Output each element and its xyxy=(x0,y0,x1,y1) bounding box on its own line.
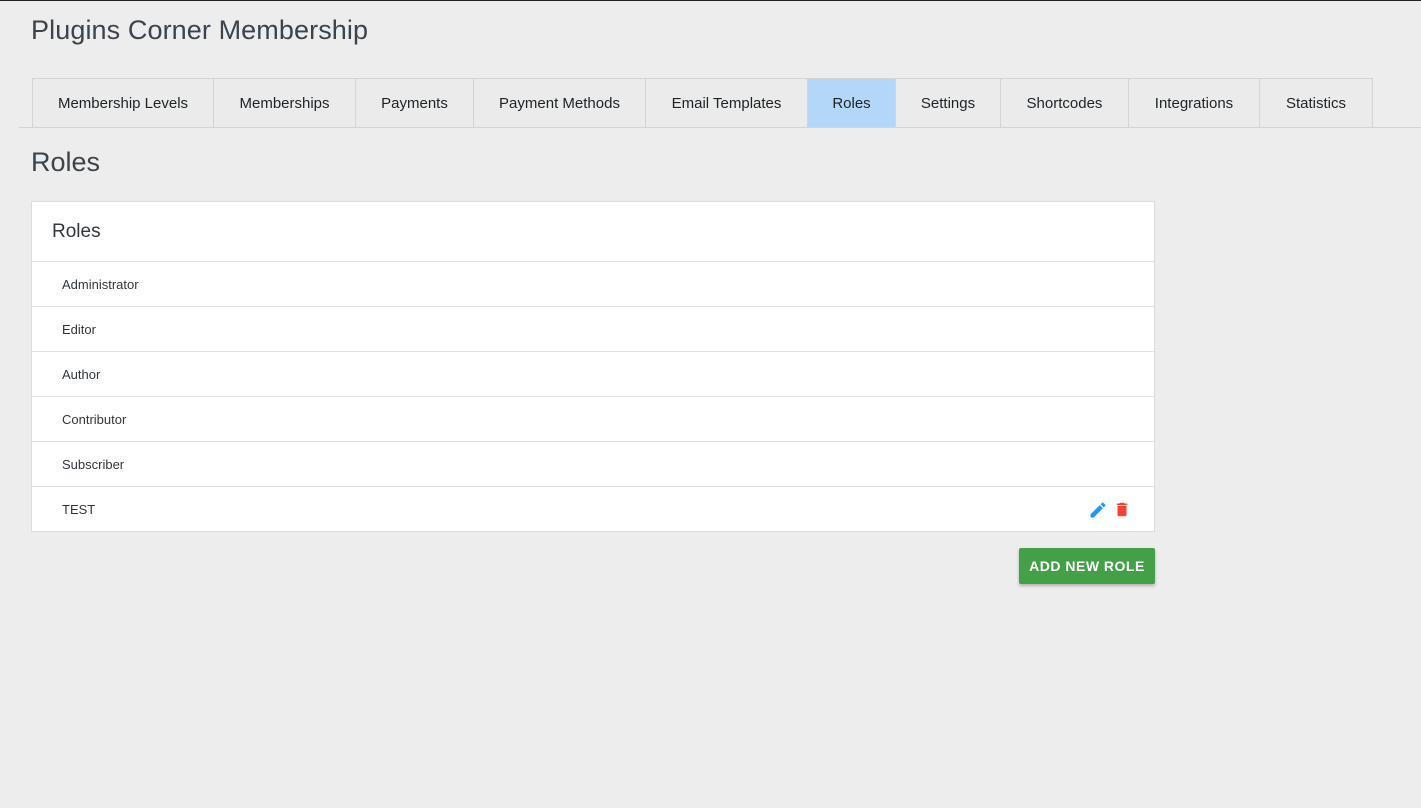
tab-bar: Membership Levels Memberships Payments P… xyxy=(32,78,1373,128)
role-row-actions xyxy=(1088,499,1132,521)
tab-email-templates[interactable]: Email Templates xyxy=(646,78,808,128)
role-name: Administrator xyxy=(62,276,139,292)
tab-statistics[interactable]: Statistics xyxy=(1260,78,1373,128)
role-row-contributor: Contributor xyxy=(32,397,1154,442)
tab-payment-methods[interactable]: Payment Methods xyxy=(474,78,646,128)
role-name: Editor xyxy=(62,321,96,337)
add-new-role-button[interactable]: ADD NEW ROLE xyxy=(1019,548,1155,584)
role-row-editor: Editor xyxy=(32,307,1154,352)
role-name: Author xyxy=(62,366,101,382)
roles-card: Roles Administrator Editor Author Contri… xyxy=(31,201,1155,532)
tab-roles[interactable]: Roles xyxy=(808,78,896,128)
tab-integrations[interactable]: Integrations xyxy=(1129,78,1260,128)
tab-membership-levels[interactable]: Membership Levels xyxy=(32,78,214,128)
role-name: TEST xyxy=(62,502,96,517)
tab-payments[interactable]: Payments xyxy=(356,78,474,128)
role-row-administrator: Administrator xyxy=(32,262,1154,307)
role-name: Contributor xyxy=(62,411,127,427)
tabs-divider xyxy=(19,127,1421,128)
app-title: Plugins Corner Membership xyxy=(31,15,369,45)
trash-icon[interactable] xyxy=(1112,499,1132,521)
role-row-subscriber: Subscriber xyxy=(32,442,1154,487)
role-row-test: TEST xyxy=(32,487,1154,532)
role-name: Subscriber xyxy=(62,456,125,472)
page-title: Roles xyxy=(31,147,101,177)
tab-shortcodes[interactable]: Shortcodes xyxy=(1001,78,1129,128)
tab-memberships[interactable]: Memberships xyxy=(214,78,356,128)
role-row-author: Author xyxy=(32,352,1154,397)
roles-card-title: Roles xyxy=(32,202,1154,262)
window-top-border xyxy=(0,0,1421,1)
pencil-icon[interactable] xyxy=(1088,499,1108,521)
tab-settings[interactable]: Settings xyxy=(896,78,1001,128)
